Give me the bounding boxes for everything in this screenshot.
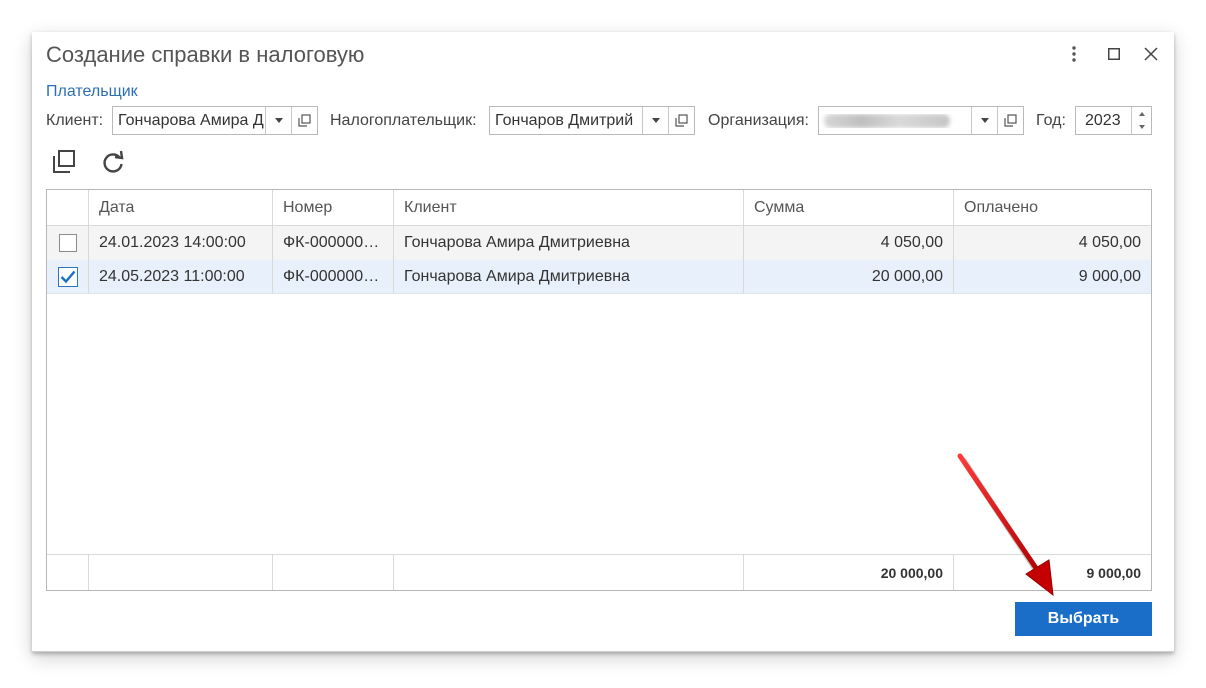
total-paid: 9 000,00 <box>1086 564 1142 581</box>
client-label: Клиент: <box>46 112 104 129</box>
table-totals-row: 20 000,00 9 000,00 <box>47 554 1151 590</box>
table-row[interactable]: 24.01.2023 14:00:00 ФК-000000… Гончарова… <box>47 226 1151 260</box>
dialog-title: Создание справки в налоговую <box>46 42 365 67</box>
row-client: Гончарова Амира Дмитриевна <box>394 226 744 260</box>
table-header: Дата Номер Клиент Сумма Оплачено <box>47 190 1151 226</box>
row-sum: 4 050,00 <box>744 226 954 260</box>
tax-certificate-dialog: Создание справки в налоговую Плательщик … <box>32 32 1174 652</box>
copy-icon[interactable] <box>50 148 78 176</box>
select-button[interactable]: Выбрать <box>1015 602 1152 636</box>
row-sum: 20 000,00 <box>744 260 954 293</box>
column-header-sum[interactable]: Сумма <box>744 190 954 225</box>
client-field-value[interactable]: Гончарова Амира Д <box>113 112 265 130</box>
organization-field-value-blurred[interactable] <box>819 113 971 128</box>
column-header-date[interactable]: Дата <box>89 190 273 225</box>
column-header-client[interactable]: Клиент <box>394 190 744 225</box>
header-checkbox-column <box>47 190 89 225</box>
taxpayer-field-value[interactable]: Гончаров Дмитрий <box>490 112 642 130</box>
row-paid: 4 050,00 <box>1078 234 1141 251</box>
year-spinner[interactable]: 2023 <box>1075 106 1152 135</box>
payer-group-label: Плательщик <box>46 83 138 100</box>
open-form-icon[interactable] <box>291 107 317 134</box>
maximize-icon[interactable] <box>1102 42 1126 66</box>
dropdown-arrow-icon[interactable] <box>971 107 997 134</box>
row-date: 24.05.2023 11:00:00 <box>89 260 273 293</box>
checkmark-icon <box>60 270 75 283</box>
spin-up-icon[interactable] <box>1132 107 1151 121</box>
year-value[interactable]: 2023 <box>1076 107 1131 134</box>
table-row-selected[interactable]: 24.05.2023 11:00:00 ФК-000000… Гончарова… <box>47 260 1151 294</box>
column-header-paid[interactable]: Оплачено <box>954 190 1151 225</box>
column-header-number[interactable]: Номер <box>273 190 394 225</box>
dropdown-arrow-icon[interactable] <box>642 107 668 134</box>
more-vertical-icon[interactable] <box>1062 42 1086 66</box>
documents-table: Дата Номер Клиент Сумма Оплачено 24.01.2… <box>46 189 1152 591</box>
refresh-icon[interactable] <box>99 148 127 176</box>
year-label: Год: <box>1036 112 1066 129</box>
row-checkbox[interactable] <box>58 234 77 252</box>
organization-field[interactable] <box>818 106 1024 135</box>
organization-label: Организация: <box>708 112 809 129</box>
row-checkbox-checked[interactable] <box>57 266 78 287</box>
taxpayer-field[interactable]: Гончаров Дмитрий <box>489 106 695 135</box>
row-number: ФК-000000… <box>273 260 394 293</box>
dropdown-arrow-icon[interactable] <box>265 107 291 134</box>
row-client: Гончарова Амира Дмитриевна <box>394 260 744 293</box>
taxpayer-label: Налогоплательщик: <box>330 112 477 129</box>
open-form-icon[interactable] <box>668 107 694 134</box>
row-date: 24.01.2023 14:00:00 <box>89 226 273 260</box>
close-icon[interactable] <box>1139 42 1163 66</box>
total-sum: 20 000,00 <box>744 555 954 590</box>
row-number: ФК-000000… <box>273 226 394 260</box>
open-form-icon[interactable] <box>997 107 1023 134</box>
spin-down-icon[interactable] <box>1132 121 1151 135</box>
row-paid: 9 000,00 <box>1078 267 1141 285</box>
client-field[interactable]: Гончарова Амира Д <box>112 106 318 135</box>
